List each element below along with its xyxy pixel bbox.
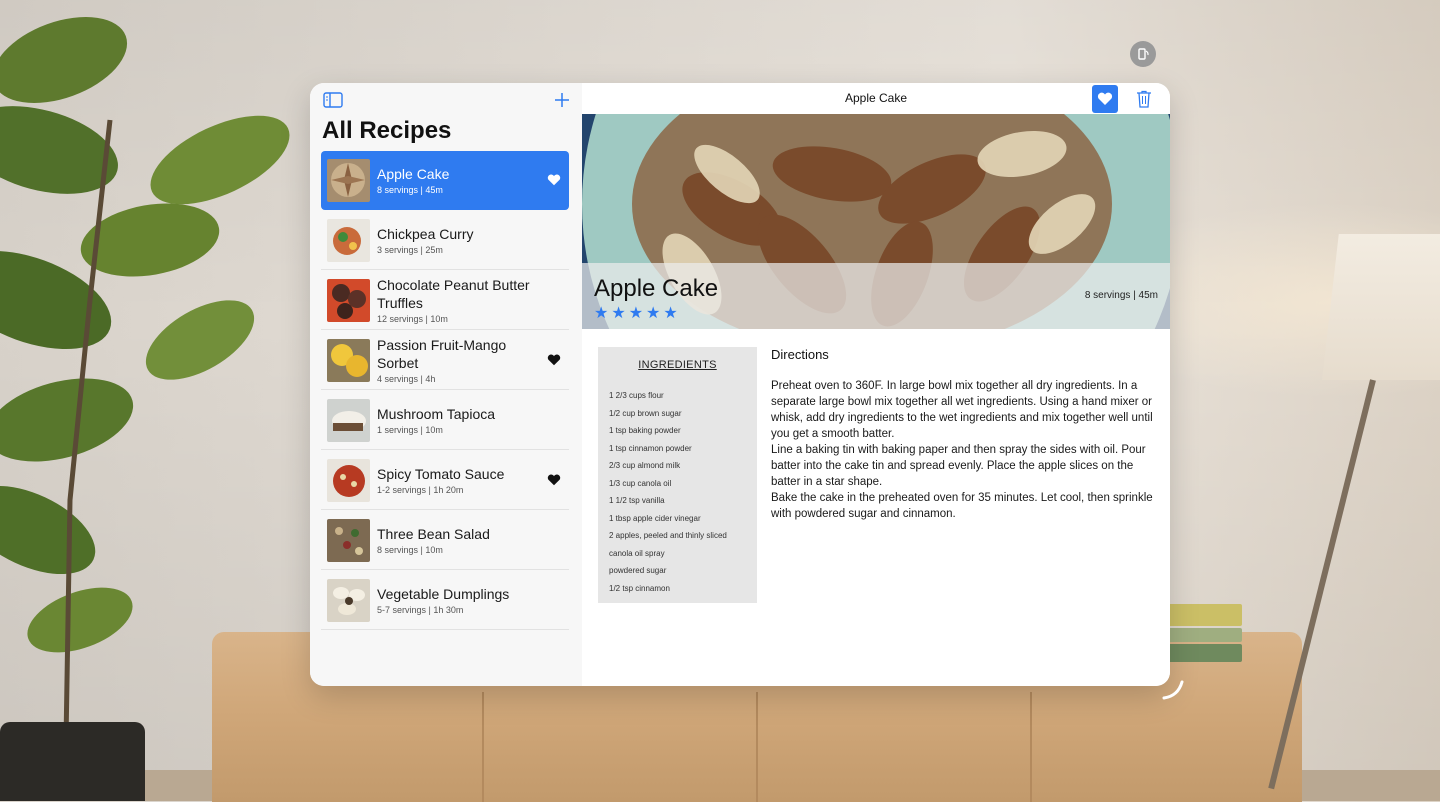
recipe-name: Spicy Tomato Sauce <box>377 466 505 482</box>
ingredient-item: canola oil spray <box>609 548 665 558</box>
recipe-name: Chocolate Peanut Butter Truffles <box>377 277 530 311</box>
ingredient-item: 1 tbsp apple cider vinegar <box>609 513 701 523</box>
ingredient-item: 2/3 cup almond milk <box>609 461 681 470</box>
recipe-item-spicy-tomato-sauce[interactable]: Spicy Tomato Sauce 1-2 servings | 1h 20m <box>321 451 569 510</box>
heart-icon <box>547 474 561 486</box>
recipe-name: Chickpea Curry <box>377 226 474 242</box>
recipe-item-apple-cake[interactable]: Apple Cake 8 servings | 45m <box>321 151 569 210</box>
app-window: All Recipes Apple Cake 8 servings | 45m … <box>310 83 1170 686</box>
recipe-meta: 1 servings | 10m <box>377 425 443 435</box>
recipe-meta: 4 servings | 4h <box>377 374 436 384</box>
recipe-meta: 3 servings | 25m <box>377 245 443 255</box>
heart-icon <box>547 354 561 366</box>
sidebar: All Recipes Apple Cake 8 servings | 45m … <box>310 83 583 686</box>
recipe-servings-time: 8 servings | 45m <box>1084 290 1158 301</box>
trash-icon[interactable] <box>1134 88 1154 110</box>
ingredient-item: powdered sugar <box>609 566 667 575</box>
books-decoration <box>1168 604 1242 664</box>
ingredient-item: 1 2/3 cups flour <box>609 391 664 400</box>
recipe-thumbnail <box>327 519 370 562</box>
recipe-item-mushroom-tapioca[interactable]: Mushroom Tapioca 1 servings | 10m <box>321 391 569 450</box>
rotate-icon[interactable] <box>1130 41 1156 67</box>
recipe-item-passion-fruit-mango-sorbet[interactable]: Passion Fruit-Mango Sorbet 4 servings | … <box>321 331 569 390</box>
recipe-item-vegetable-dumplings[interactable]: Vegetable Dumplings 5-7 servings | 1h 30… <box>321 571 569 630</box>
recipe-meta: 8 servings | 45m <box>377 185 443 195</box>
ingredient-item: 2 apples, peeled and thinly sliced <box>609 531 727 540</box>
ingredients-list: 1 2/3 cups flour 1/2 cup brown sugar 1 t… <box>609 387 754 597</box>
recipe-thumbnail <box>327 219 370 262</box>
recipe-item-chocolate-peanut-butter-truffles[interactable]: Chocolate Peanut Butter Truffles 12 serv… <box>321 271 569 330</box>
recipe-name: Passion Fruit-Mango Sorbet <box>377 337 507 371</box>
recipe-name: Apple Cake <box>377 166 450 182</box>
recipe-thumbnail <box>327 159 370 202</box>
directions-title: Directions <box>771 347 829 362</box>
plant-pot <box>0 722 145 801</box>
recipe-name: Vegetable Dumplings <box>377 586 510 602</box>
page-title: All Recipes <box>322 117 452 144</box>
recipe-thumbnail <box>327 459 370 502</box>
ingredient-item: 1/3 cup canola oil <box>609 478 672 488</box>
ingredient-item: 1/2 cup brown sugar <box>609 408 682 418</box>
ingredient-item: 1 tsp baking powder <box>609 426 681 435</box>
recipe-list: Apple Cake 8 servings | 45m Chickpea Cur… <box>321 151 571 631</box>
recipe-meta: 1-2 servings | 1h 20m <box>377 485 464 495</box>
toolbar-title: Apple Cake <box>844 91 908 105</box>
plus-icon[interactable] <box>551 89 573 111</box>
recipe-thumbnail <box>327 279 370 322</box>
ingredients-title: INGREDIENTS <box>638 359 717 371</box>
resize-handle-icon[interactable] <box>1160 672 1190 702</box>
ingredients-card: INGREDIENTS 1 2/3 cups flour 1/2 cup bro… <box>598 347 757 603</box>
heart-icon <box>547 174 561 186</box>
recipe-name: Mushroom Tapioca <box>377 406 496 422</box>
recipe-meta: 8 servings | 10m <box>377 545 443 555</box>
recipe-title: Apple Cake <box>594 275 719 302</box>
ingredient-item: 1 tsp cinnamon powder <box>609 443 692 453</box>
recipe-thumbnail <box>327 339 370 382</box>
recipe-meta: 12 servings | 10m <box>377 314 448 324</box>
directions-text: Preheat oven to 360F. In large bowl mix … <box>771 380 1153 520</box>
recipe-thumbnail <box>327 579 370 622</box>
recipe-thumbnail <box>327 399 370 442</box>
sidebar-icon[interactable] <box>322 91 344 109</box>
ingredient-item: 1/2 tsp cinnamon <box>609 583 670 593</box>
recipe-detail: Apple Cake Apple Cake ★★★★★ 8 servings |… <box>582 83 1170 686</box>
favorite-button[interactable] <box>1092 85 1118 113</box>
recipe-item-three-bean-salad[interactable]: Three Bean Salad 8 servings | 10m <box>321 511 569 570</box>
heart-icon <box>1097 92 1113 105</box>
recipe-item-chickpea-curry[interactable]: Chickpea Curry 3 servings | 25m <box>321 211 569 270</box>
rating-stars[interactable]: ★★★★★ <box>594 303 681 323</box>
ingredient-item: 1 1/2 tsp vanilla <box>609 496 665 505</box>
lamp-shade <box>1322 234 1440 380</box>
recipe-meta: 5-7 servings | 1h 30m <box>377 605 464 615</box>
recipe-name: Three Bean Salad <box>377 526 490 542</box>
